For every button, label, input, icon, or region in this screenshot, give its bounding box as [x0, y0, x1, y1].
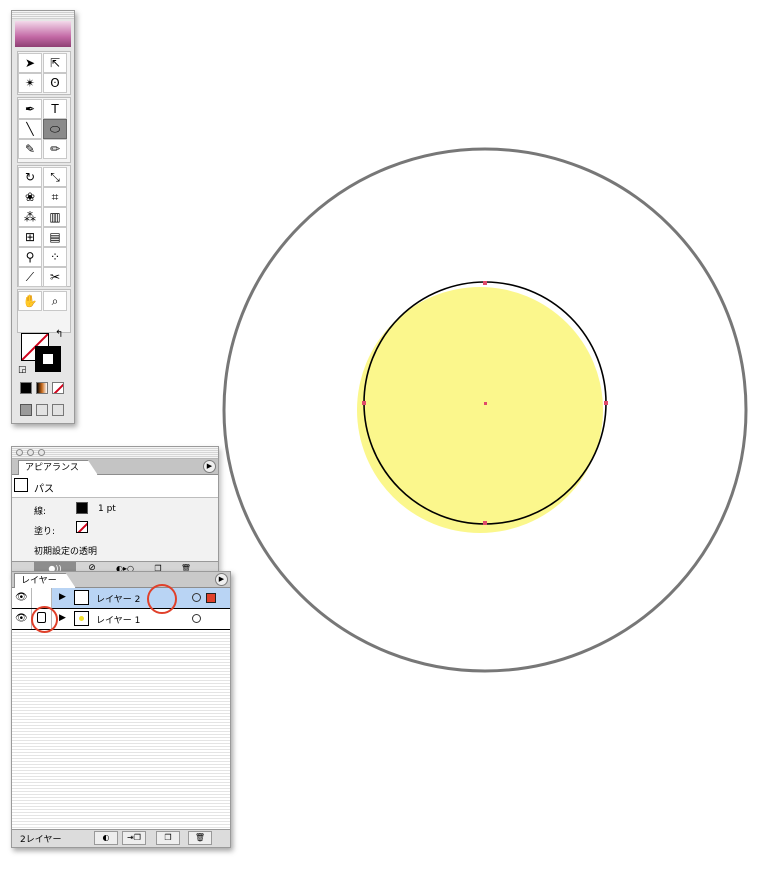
create-new-sublayer-button[interactable]: ⇥❐: [122, 831, 146, 845]
zoom-icon[interactable]: [38, 449, 45, 456]
anchor-point-top[interactable]: [483, 281, 487, 285]
layer-thumbnail: [74, 611, 89, 626]
object-type-label: パス: [34, 484, 54, 495]
expand-triangle-icon[interactable]: ▶: [59, 592, 66, 602]
slice-tool-icon[interactable]: ⟋: [18, 267, 42, 287]
object-thumbnail: [14, 478, 28, 492]
minimize-icon[interactable]: [27, 449, 34, 456]
scissors-tool-icon[interactable]: ✂: [43, 267, 67, 287]
fill-label: 塗り:: [34, 527, 56, 537]
pencil-tool-icon[interactable]: ✏: [43, 139, 67, 159]
toolbox-panel: ➤ ⇱ ✴ ʘ ✒ T ╲ ⬭ ✎ ✏ ↻ ⤡ ❀ ⌗ ⁂ ▥ ⊞ ▤ ⚲ ⁘ ⟋ ✂ ✋ ⌕ ↰ ◲: [11, 10, 75, 424]
paintbrush-tool-icon[interactable]: ✎: [18, 139, 42, 159]
zoom-tool-icon[interactable]: ⌕: [43, 291, 67, 311]
none-button[interactable]: [52, 382, 64, 394]
type-tool-icon[interactable]: T: [43, 99, 67, 119]
center-point[interactable]: [484, 402, 487, 405]
layer-count-label: 2レイヤー: [20, 835, 62, 845]
pen-tool-icon[interactable]: ✒: [18, 99, 42, 119]
default-transparency-label: 初期設定の透明: [34, 547, 98, 557]
stroke-label: 線:: [34, 507, 47, 517]
swap-fill-stroke-icon[interactable]: ↰: [55, 329, 63, 340]
expand-triangle-icon[interactable]: ▶: [59, 613, 66, 623]
artboard-canvas[interactable]: [215, 140, 755, 680]
toolbox-title-bar[interactable]: [12, 11, 74, 19]
layers-footer: 2レイヤー ◐ ⇥❐ ❐ 🗑: [12, 829, 230, 847]
scale-tool-icon[interactable]: ⤡: [43, 167, 67, 187]
layer-name[interactable]: レイヤー 1: [96, 613, 140, 626]
annotation-circle-lock: [31, 606, 58, 633]
make-clipping-mask-button[interactable]: ◐: [94, 831, 118, 845]
free-transform-tool-icon[interactable]: ⌗: [43, 187, 67, 207]
layer-name[interactable]: レイヤー 2: [96, 592, 140, 605]
eye-icon: 👁: [15, 592, 28, 603]
color-mode-buttons: [18, 381, 68, 395]
full-screen-menu-mode-button[interactable]: [36, 404, 48, 416]
fill-color-swatch[interactable]: [76, 521, 88, 533]
tab-appearance[interactable]: アピアランス: [18, 460, 98, 475]
full-screen-mode-button[interactable]: [52, 404, 64, 416]
appearance-attributes: 線: 1 pt 塗り: 初期設定の透明: [12, 498, 218, 568]
target-circle-icon[interactable]: [192, 614, 201, 623]
appearance-panel: アピアランス ▶ パス 線: 1 pt 塗り: 初期設定の透明 ●)) ⊘ ◐▸…: [11, 446, 219, 576]
standard-screen-mode-button[interactable]: [20, 404, 32, 416]
column-graph-tool-icon[interactable]: ▥: [43, 207, 67, 227]
app-logo: [15, 21, 71, 47]
selection-tool-icon[interactable]: ➤: [18, 53, 42, 73]
eye-icon: 👁: [15, 613, 28, 624]
anchor-point-bottom[interactable]: [483, 521, 487, 525]
annotation-circle-selection: [147, 584, 177, 614]
create-new-layer-button[interactable]: ❐: [156, 831, 180, 845]
target-circle-icon[interactable]: [192, 593, 201, 602]
stroke-weight-value: 1 pt: [98, 504, 116, 514]
delete-layer-button[interactable]: 🗑: [188, 831, 212, 845]
layers-tab-row: レイヤー ▶: [12, 572, 230, 588]
blend-tool-icon[interactable]: ⁘: [43, 247, 67, 267]
stroke-swatch[interactable]: [35, 346, 61, 372]
ellipse-tool-icon[interactable]: ⬭: [43, 119, 67, 139]
visibility-toggle[interactable]: 👁: [12, 609, 32, 629]
color-button[interactable]: [20, 382, 32, 394]
close-icon[interactable]: [16, 449, 23, 456]
gradient-tool-icon[interactable]: ▤: [43, 227, 67, 247]
magic-wand-tool-icon[interactable]: ✴: [18, 73, 42, 93]
fill-stroke-widget: ↰ ◲: [18, 329, 67, 377]
appearance-tab-row: アピアランス ▶: [12, 459, 218, 475]
direct-selection-tool-icon[interactable]: ⇱: [43, 53, 67, 73]
tab-layers[interactable]: レイヤー: [14, 573, 76, 588]
lock-toggle[interactable]: [32, 588, 52, 608]
mesh-tool-icon[interactable]: ⊞: [18, 227, 42, 247]
stroke-color-swatch[interactable]: [76, 502, 88, 514]
hand-tool-icon[interactable]: ✋: [18, 291, 42, 311]
layer-thumbnail: [74, 590, 89, 605]
symbol-sprayer-tool-icon[interactable]: ⁂: [18, 207, 42, 227]
default-colors-icon[interactable]: ◲: [18, 365, 27, 375]
anchor-point-left[interactable]: [362, 401, 366, 405]
anchor-point-right[interactable]: [604, 401, 608, 405]
rotate-tool-icon[interactable]: ↻: [18, 167, 42, 187]
gradient-button[interactable]: [36, 382, 48, 394]
appearance-title-bar[interactable]: [12, 447, 218, 459]
screen-mode-buttons: [18, 403, 68, 417]
visibility-toggle[interactable]: 👁: [12, 588, 32, 608]
eyedropper-tool-icon[interactable]: ⚲: [18, 247, 42, 267]
warp-tool-icon[interactable]: ❀: [18, 187, 42, 207]
layers-panel: レイヤー ▶ 👁 ▶ レイヤー 2 👁 ▶ レイヤー 1 2レイヤー ◐ ⇥❐ …: [11, 571, 231, 848]
appearance-object-row[interactable]: パス: [12, 475, 218, 498]
line-tool-icon[interactable]: ╲: [18, 119, 42, 139]
lasso-tool-icon[interactable]: ʘ: [43, 73, 67, 93]
